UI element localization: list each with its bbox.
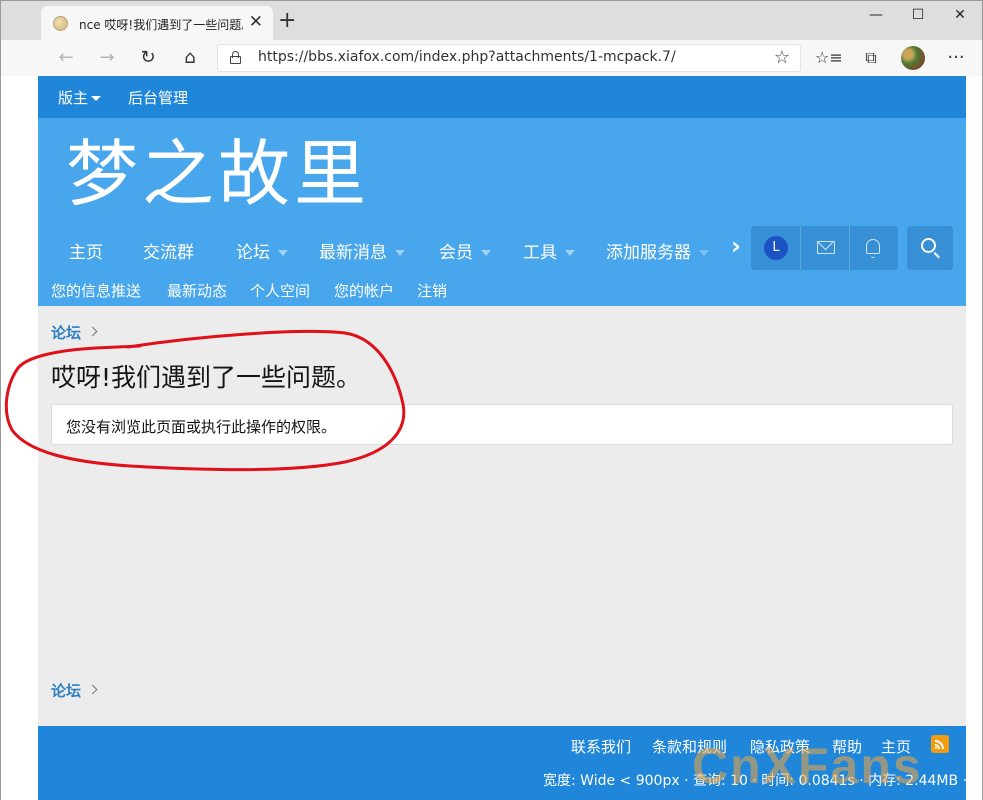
nav-tools[interactable]: 工具: [523, 238, 575, 263]
collections-icon[interactable]: ⧉: [858, 45, 884, 71]
home-icon[interactable]: ⌂: [177, 45, 203, 71]
moderator-menu[interactable]: 版主: [58, 87, 102, 108]
subnav-profile[interactable]: 个人空间: [250, 280, 310, 301]
browser-toolbar: ← → ↻ ⌂ https://bbs.xiafox.com/index.php…: [0, 40, 983, 76]
nav-home[interactable]: 主页: [69, 238, 103, 263]
caret-down-icon[interactable]: [565, 250, 575, 256]
nav-add-server-label: 添加服务器: [606, 243, 691, 263]
page-gutter-left: [0, 76, 38, 800]
footer-help[interactable]: 帮助: [832, 736, 862, 757]
tab-close-icon[interactable]: ✕: [249, 12, 263, 32]
error-message-box: 您没有浏览此页面或执行此操作的权限。: [51, 404, 953, 445]
subnav-logout[interactable]: 注销: [417, 280, 447, 301]
search-button[interactable]: [907, 226, 953, 270]
subnav-news-feed[interactable]: 您的信息推送: [51, 280, 141, 301]
search-icon: [921, 238, 936, 253]
close-window-button[interactable]: ✕: [940, 1, 980, 31]
footer-privacy[interactable]: 隐私政策: [750, 736, 810, 757]
tab-title: nce 哎呀!我们遇到了一些问题。: [79, 18, 243, 32]
site-header: 梦之故里 主页 交流群 论坛 最新消息 会员 工具 添加服务器 › L 您的信息…: [38, 118, 966, 306]
nav-whats-new[interactable]: 最新消息: [319, 238, 405, 263]
minimize-button[interactable]: —: [856, 1, 896, 31]
nav-scroll-right-icon[interactable]: ›: [731, 232, 741, 260]
divider: [849, 226, 850, 270]
nav-forums-label: 论坛: [236, 243, 270, 263]
footer-terms[interactable]: 条款和规则: [652, 736, 727, 757]
nav-add-server[interactable]: 添加服务器: [606, 238, 709, 263]
favorites-list-icon[interactable]: ☆≡: [815, 45, 843, 71]
caret-down-icon[interactable]: [395, 250, 405, 256]
nav-forums[interactable]: 论坛: [236, 238, 288, 263]
chevron-right-icon: [87, 326, 98, 337]
mail-icon[interactable]: [817, 241, 835, 254]
breadcrumb-forums[interactable]: 论坛: [51, 324, 81, 342]
subnav-latest-activity[interactable]: 最新动态: [167, 280, 227, 301]
breadcrumb-bottom[interactable]: 论坛: [51, 680, 98, 701]
site-footer: 联系我们 条款和规则 隐私政策 帮助 主页 宽度: Wide < 900px ·…: [38, 726, 966, 800]
footer-home[interactable]: 主页: [881, 736, 911, 757]
forum-page: 版主 后台管理 梦之故里 主页 交流群 论坛 最新消息 会员 工具 添加服务器 …: [38, 76, 966, 800]
nav-members[interactable]: 会员: [439, 238, 491, 263]
caret-down-icon: [91, 96, 102, 101]
breadcrumb-forums[interactable]: 论坛: [51, 682, 81, 700]
new-tab-icon[interactable]: +: [278, 9, 296, 33]
divider: [800, 226, 801, 270]
page-gutter-right: [966, 76, 983, 800]
moderator-menu-label: 版主: [58, 89, 89, 107]
caret-down-icon[interactable]: [699, 250, 709, 256]
more-menu-icon[interactable]: ···: [943, 45, 969, 71]
nav-chat-group[interactable]: 交流群: [143, 238, 194, 263]
site-favicon-icon: [53, 16, 68, 31]
favorite-star-icon[interactable]: ☆: [774, 47, 790, 68]
back-arrow-icon[interactable]: ←: [53, 45, 79, 71]
rss-icon[interactable]: [931, 735, 949, 753]
nav-whats-new-label: 最新消息: [319, 243, 387, 263]
breadcrumb[interactable]: 论坛: [51, 322, 98, 343]
maximize-button[interactable]: ☐: [898, 1, 938, 31]
forward-arrow-icon[interactable]: →: [94, 45, 120, 71]
nav-members-label: 会员: [439, 243, 473, 263]
user-avatar[interactable]: L: [764, 236, 788, 260]
address-bar[interactable]: https://bbs.xiafox.com/index.php?attachm…: [217, 44, 801, 72]
page-title: 哎呀!我们遇到了一些问题。: [51, 363, 362, 392]
chevron-right-icon: [87, 684, 98, 695]
site-logo[interactable]: 梦之故里: [66, 126, 370, 222]
footer-stats: 宽度: Wide < 900px · 查询: 10 · 时间: 0.0841s …: [543, 773, 966, 789]
browser-tab[interactable]: nce 哎呀!我们遇到了一些问题。 ✕: [41, 6, 273, 41]
browser-tab-strip: nce 哎呀!我们遇到了一些问题。 ✕ + — ☐ ✕: [0, 0, 983, 41]
profile-avatar-icon[interactable]: [901, 46, 925, 70]
bell-icon[interactable]: [866, 239, 880, 258]
staff-bar: 版主 后台管理: [38, 76, 966, 118]
error-message: 您没有浏览此页面或执行此操作的权限。: [66, 418, 337, 436]
admin-panel-link[interactable]: 后台管理: [128, 87, 188, 108]
lock-icon[interactable]: [230, 51, 241, 64]
caret-down-icon[interactable]: [481, 250, 491, 256]
caret-down-icon[interactable]: [278, 250, 288, 256]
user-nav-group: L: [751, 226, 898, 270]
refresh-icon[interactable]: ↻: [135, 45, 161, 71]
footer-contact[interactable]: 联系我们: [571, 736, 631, 757]
subnav-account[interactable]: 您的帐户: [334, 280, 394, 301]
url-text[interactable]: https://bbs.xiafox.com/index.php?attachm…: [258, 49, 676, 65]
nav-tools-label: 工具: [523, 243, 557, 263]
